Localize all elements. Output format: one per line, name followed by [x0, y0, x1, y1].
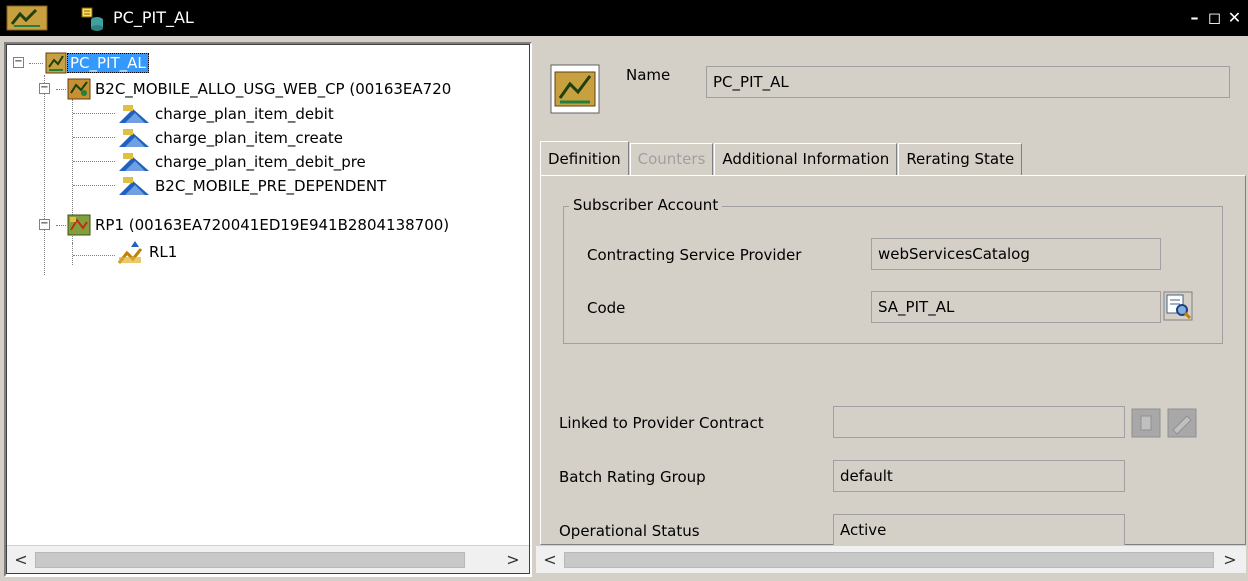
- tree-item-rate-plan[interactable]: RP1 (00163EA720041ED19E941B2804138700): [67, 213, 449, 237]
- pricing-catalog-icon: [6, 5, 48, 31]
- charge-plan-item-icon: [119, 153, 149, 171]
- tree-connector: [73, 113, 115, 114]
- detail-panel: Name PC_PIT_AL Definition Counters Addit…: [536, 42, 1246, 577]
- code-field[interactable]: SA_PIT_AL: [871, 291, 1161, 323]
- search-account-icon[interactable]: [1163, 291, 1193, 321]
- charge-plan-item-icon: [119, 105, 149, 123]
- linked-provider-contract-label: Linked to Provider Contract: [559, 414, 764, 432]
- name-field[interactable]: PC_PIT_AL: [706, 66, 1230, 98]
- tree-item-root[interactable]: PC_PIT_AL: [45, 51, 149, 75]
- window-controls: – ◻ ✕: [1186, 8, 1244, 27]
- scroll-right-arrow[interactable]: >: [503, 550, 523, 570]
- batch-rating-group-field[interactable]: default: [833, 460, 1125, 492]
- tree-item-label: charge_plan_item_debit_pre: [155, 153, 366, 171]
- batch-rating-group-label: Batch Rating Group: [559, 468, 706, 486]
- tree-panel: − PC_PIT_AL − B2C_MOBILE_ALLO_USG_WEB_CP…: [4, 42, 532, 577]
- detail-horizontal-scrollbar[interactable]: < >: [536, 545, 1246, 573]
- pricing-catalog-icon: [550, 64, 600, 114]
- subscriber-account-title: Subscriber Account: [569, 196, 723, 214]
- tab-bar: Definition Counters Additional Informati…: [540, 141, 1023, 176]
- operational-status-field[interactable]: Active: [833, 514, 1125, 546]
- rate-line-icon: [117, 241, 143, 264]
- tab-content-definition: Subscriber Account Contracting Service P…: [540, 175, 1246, 546]
- rate-plan-icon: [67, 214, 91, 236]
- contracting-service-provider-label: Contracting Service Provider: [587, 246, 802, 264]
- tree-item-charge-plan-item[interactable]: charge_plan_item_debit_pre: [117, 150, 366, 174]
- tree-item-charge-plan-item[interactable]: charge_plan_item_debit: [117, 102, 334, 126]
- tree-connector: [29, 63, 43, 64]
- scrollbar-thumb[interactable]: [35, 552, 465, 568]
- tree-connector: [56, 225, 66, 226]
- edit-contract-icon: [1167, 408, 1197, 438]
- tree-item-charge-plan[interactable]: B2C_MOBILE_ALLO_USG_WEB_CP (00163EA720: [67, 77, 451, 101]
- scrollbar-thumb[interactable]: [564, 552, 1214, 568]
- linked-provider-contract-field[interactable]: [833, 406, 1125, 438]
- tree-item-label: RL1: [149, 243, 178, 261]
- tree-item-label: charge_plan_item_debit: [155, 105, 334, 123]
- tree-item-charge-plan-item[interactable]: B2C_MOBILE_PRE_DEPENDENT: [117, 174, 386, 198]
- tree-view[interactable]: − PC_PIT_AL − B2C_MOBILE_ALLO_USG_WEB_CP…: [6, 44, 530, 574]
- tab-definition[interactable]: Definition: [540, 141, 629, 175]
- tree-item-label: RP1 (00163EA720041ED19E941B2804138700): [95, 216, 450, 234]
- tree-item-label: B2C_MOBILE_PRE_DEPENDENT: [155, 177, 387, 195]
- title-bar: PC_PIT_AL – ◻ ✕: [0, 0, 1248, 36]
- close-button[interactable]: ✕: [1226, 8, 1244, 27]
- maximize-button[interactable]: ◻: [1206, 8, 1224, 27]
- contracting-service-provider-field[interactable]: webServicesCatalog: [871, 238, 1161, 270]
- tree-item-label: charge_plan_item_create: [155, 129, 343, 147]
- minimize-button[interactable]: –: [1186, 8, 1204, 27]
- tree-connector: [73, 185, 115, 186]
- pricing-catalog-icon: [45, 52, 67, 74]
- tree-connector: [73, 137, 115, 138]
- tab-rerating-state[interactable]: Rerating State: [898, 143, 1023, 175]
- window-title: PC_PIT_AL: [113, 8, 194, 27]
- code-label: Code: [587, 299, 626, 317]
- collapse-toggle[interactable]: −: [39, 219, 50, 230]
- collapse-toggle[interactable]: −: [39, 83, 50, 94]
- charge-plan-item-icon: [119, 129, 149, 147]
- collapse-toggle[interactable]: −: [13, 57, 24, 68]
- scroll-left-arrow[interactable]: <: [540, 550, 560, 570]
- tree-item-rate-line[interactable]: RL1: [117, 240, 177, 264]
- open-contract-icon: [1131, 408, 1161, 438]
- tree-item-charge-plan-item[interactable]: charge_plan_item_create: [117, 126, 343, 150]
- scroll-left-arrow[interactable]: <: [11, 550, 31, 570]
- name-label: Name: [626, 66, 671, 84]
- tree-connector: [56, 89, 66, 90]
- document-database-icon: [81, 7, 103, 31]
- scroll-right-arrow[interactable]: >: [1220, 550, 1240, 570]
- tree-connector: [72, 243, 73, 265]
- charge-plan-item-icon: [119, 177, 149, 195]
- tree-item-label: PC_PIT_AL: [67, 53, 149, 73]
- charge-plan-icon: [67, 78, 91, 100]
- tab-additional-information[interactable]: Additional Information: [714, 143, 898, 175]
- tree-item-label: B2C_MOBILE_ALLO_USG_WEB_CP (00163EA720: [95, 80, 452, 98]
- operational-status-label: Operational Status: [559, 522, 700, 540]
- subscriber-account-group: [563, 206, 1223, 344]
- tree-horizontal-scrollbar[interactable]: < >: [7, 545, 529, 573]
- tab-counters: Counters: [629, 143, 714, 175]
- tree-connector: [73, 255, 115, 256]
- tree-connector: [44, 75, 45, 275]
- tree-connector: [73, 161, 115, 162]
